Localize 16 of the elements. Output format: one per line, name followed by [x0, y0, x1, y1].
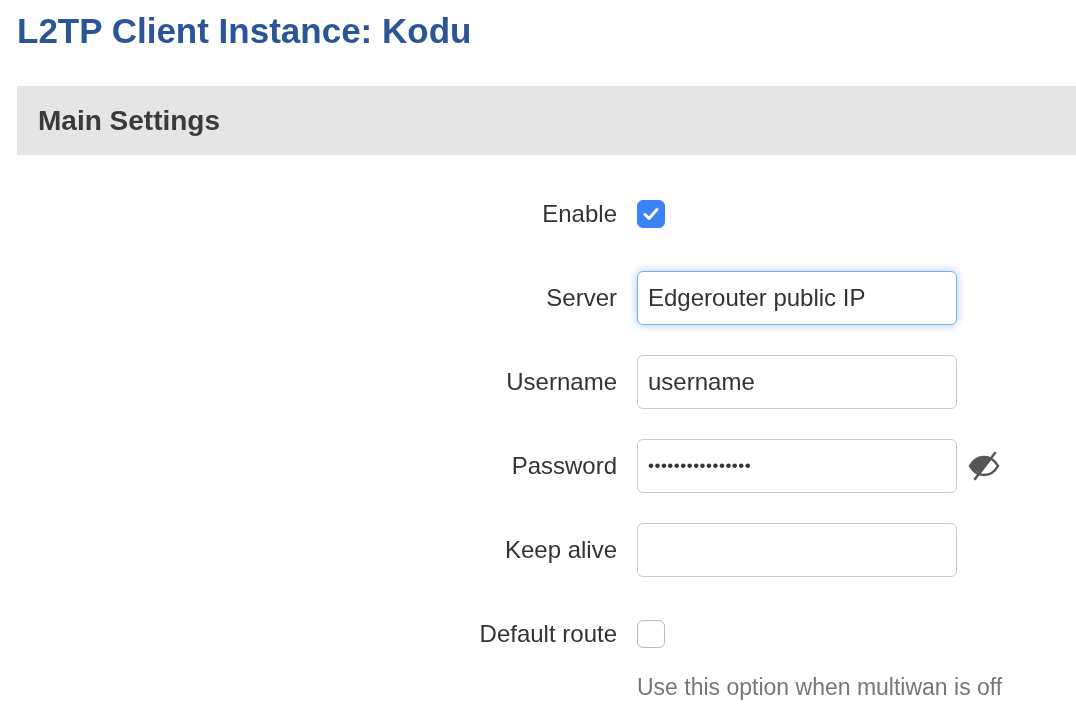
field-label: Default route — [478, 620, 617, 648]
checkbox[interactable] — [637, 200, 665, 228]
field-label: Server — [545, 284, 617, 312]
field-label: Keep alive — [503, 536, 617, 564]
input-field[interactable]: username — [637, 355, 957, 409]
section-header: Main Settings — [17, 86, 1076, 155]
checkbox[interactable] — [637, 620, 665, 648]
eye-slash-icon[interactable] — [967, 449, 1001, 483]
field-label: Username — [505, 368, 617, 396]
password-field[interactable]: •••••••••••••••• — [637, 439, 957, 493]
help-text: Use this option when multiwan is off — [637, 674, 1004, 701]
field-label: Password — [510, 452, 617, 480]
field-label: Enable — [541, 200, 617, 228]
page-title: L2TP Client Instance: Kodu — [17, 10, 473, 52]
input-field[interactable] — [637, 523, 957, 577]
input-field[interactable]: Edgerouter public IP — [637, 271, 957, 325]
